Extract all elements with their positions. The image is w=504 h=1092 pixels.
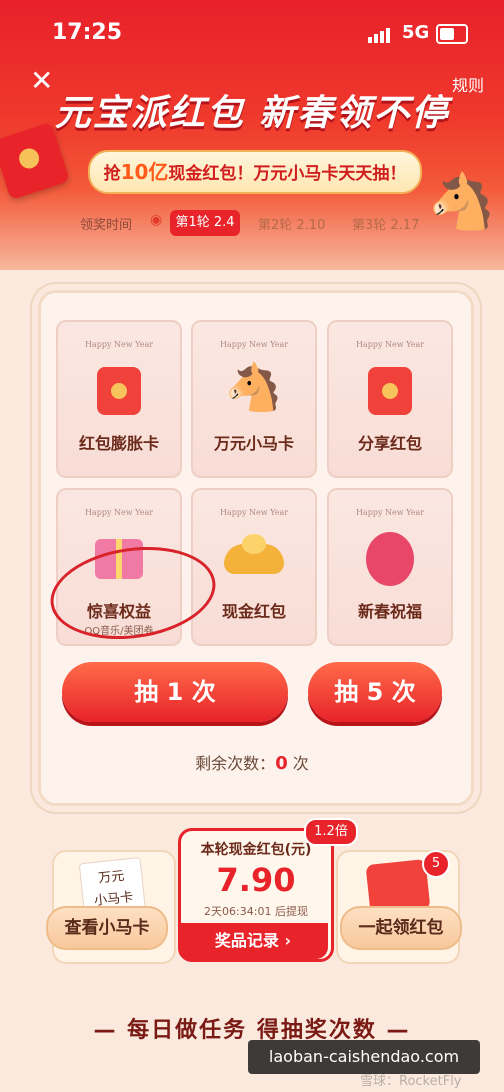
horse-icon: 🐴 <box>225 360 283 414</box>
withdraw-countdown: 2天06:34:01 后提现 <box>204 905 308 918</box>
card-header: Happy New Year <box>355 340 425 349</box>
page-title: 元宝派红包 新春领不停 <box>54 93 450 134</box>
prize-card-expand: Happy New Year 红包膨胀卡 <box>56 320 182 478</box>
draw-five-button[interactable]: 抽 5 次 <box>308 662 442 722</box>
card-header: Happy New Year <box>84 508 154 517</box>
card-header: Happy New Year <box>219 340 289 349</box>
card-header: Happy New Year <box>219 508 289 517</box>
prize-label: 万元小马卡 <box>213 434 294 453</box>
battery-icon <box>436 24 468 44</box>
promo-banner: 抢10亿现金红包！万元小马卡天天抽！ <box>88 150 422 194</box>
location-pin-icon: ◉ <box>150 212 163 228</box>
remaining-suffix: 次 <box>287 754 309 773</box>
view-horse-card-button[interactable]: 查看小马卡 <box>46 906 168 950</box>
round-tab-3[interactable]: 第3轮 2.17 <box>352 214 419 233</box>
prize-records-button[interactable]: 奖品记录 › <box>178 923 328 959</box>
prize-card-cash: Happy New Year 现金红包 <box>191 488 317 646</box>
prize-label: 红包膨胀卡 <box>78 434 159 453</box>
envelope-count-badge: 5 <box>422 850 450 878</box>
network-type: 5G <box>402 22 430 43</box>
prize-label: 现金红包 <box>221 602 286 621</box>
multiplier-badge: 1.2倍 <box>304 818 358 846</box>
signal-icon <box>368 24 392 43</box>
draw-once-button[interactable]: 抽 1 次 <box>62 662 288 722</box>
prize-card-blessing: Happy New Year 新春祝福 <box>327 488 453 646</box>
status-bar: 17:25 5G <box>0 0 504 62</box>
remaining-count: 剩余次数：0 次 <box>0 750 504 774</box>
round-tab-1[interactable]: 第1轮 2.4 <box>170 210 240 236</box>
remaining-number: 0 <box>275 753 288 774</box>
banner-post: 现金红包！万元小马卡天天抽！ <box>168 164 407 184</box>
red-envelope-icon <box>58 356 180 418</box>
prize-card-share: Happy New Year 分享红包 <box>327 320 453 478</box>
collect-together-button[interactable]: 一起领红包 <box>340 906 462 950</box>
remaining-prefix: 剩余次数： <box>195 754 276 773</box>
rounds-label: 领奖时间 <box>80 218 133 233</box>
status-time: 17:25 <box>52 20 123 45</box>
cash-amount: 7.90 <box>216 861 296 899</box>
red-envelope-icon <box>329 356 451 418</box>
source-mark: 雪球：RocketFly <box>360 1074 462 1089</box>
banner-pre: 抢 <box>103 164 121 184</box>
prize-label: 新春祝福 <box>357 602 422 621</box>
lantern-icon <box>329 524 451 586</box>
cash-summary-card: 本轮现金红包(元) 7.90 2天06:34:01 后提现 奖品记录 › <box>178 828 334 962</box>
prize-card-horse: Happy New Year 🐴 万元小马卡 <box>191 320 317 478</box>
prize-label: 分享红包 <box>357 434 422 453</box>
round-tab-2[interactable]: 第2轮 2.10 <box>258 214 325 233</box>
rounds-bar: 领奖时间 ◉ 第1轮 2.4 第2轮 2.10 第3轮 2.17 <box>60 208 444 238</box>
card-header: Happy New Year <box>355 508 425 517</box>
banner-highlight: 10亿 <box>120 160 169 184</box>
card-header: Happy New Year <box>84 340 154 349</box>
site-watermark: laoban-caishendao.com <box>248 1040 480 1074</box>
